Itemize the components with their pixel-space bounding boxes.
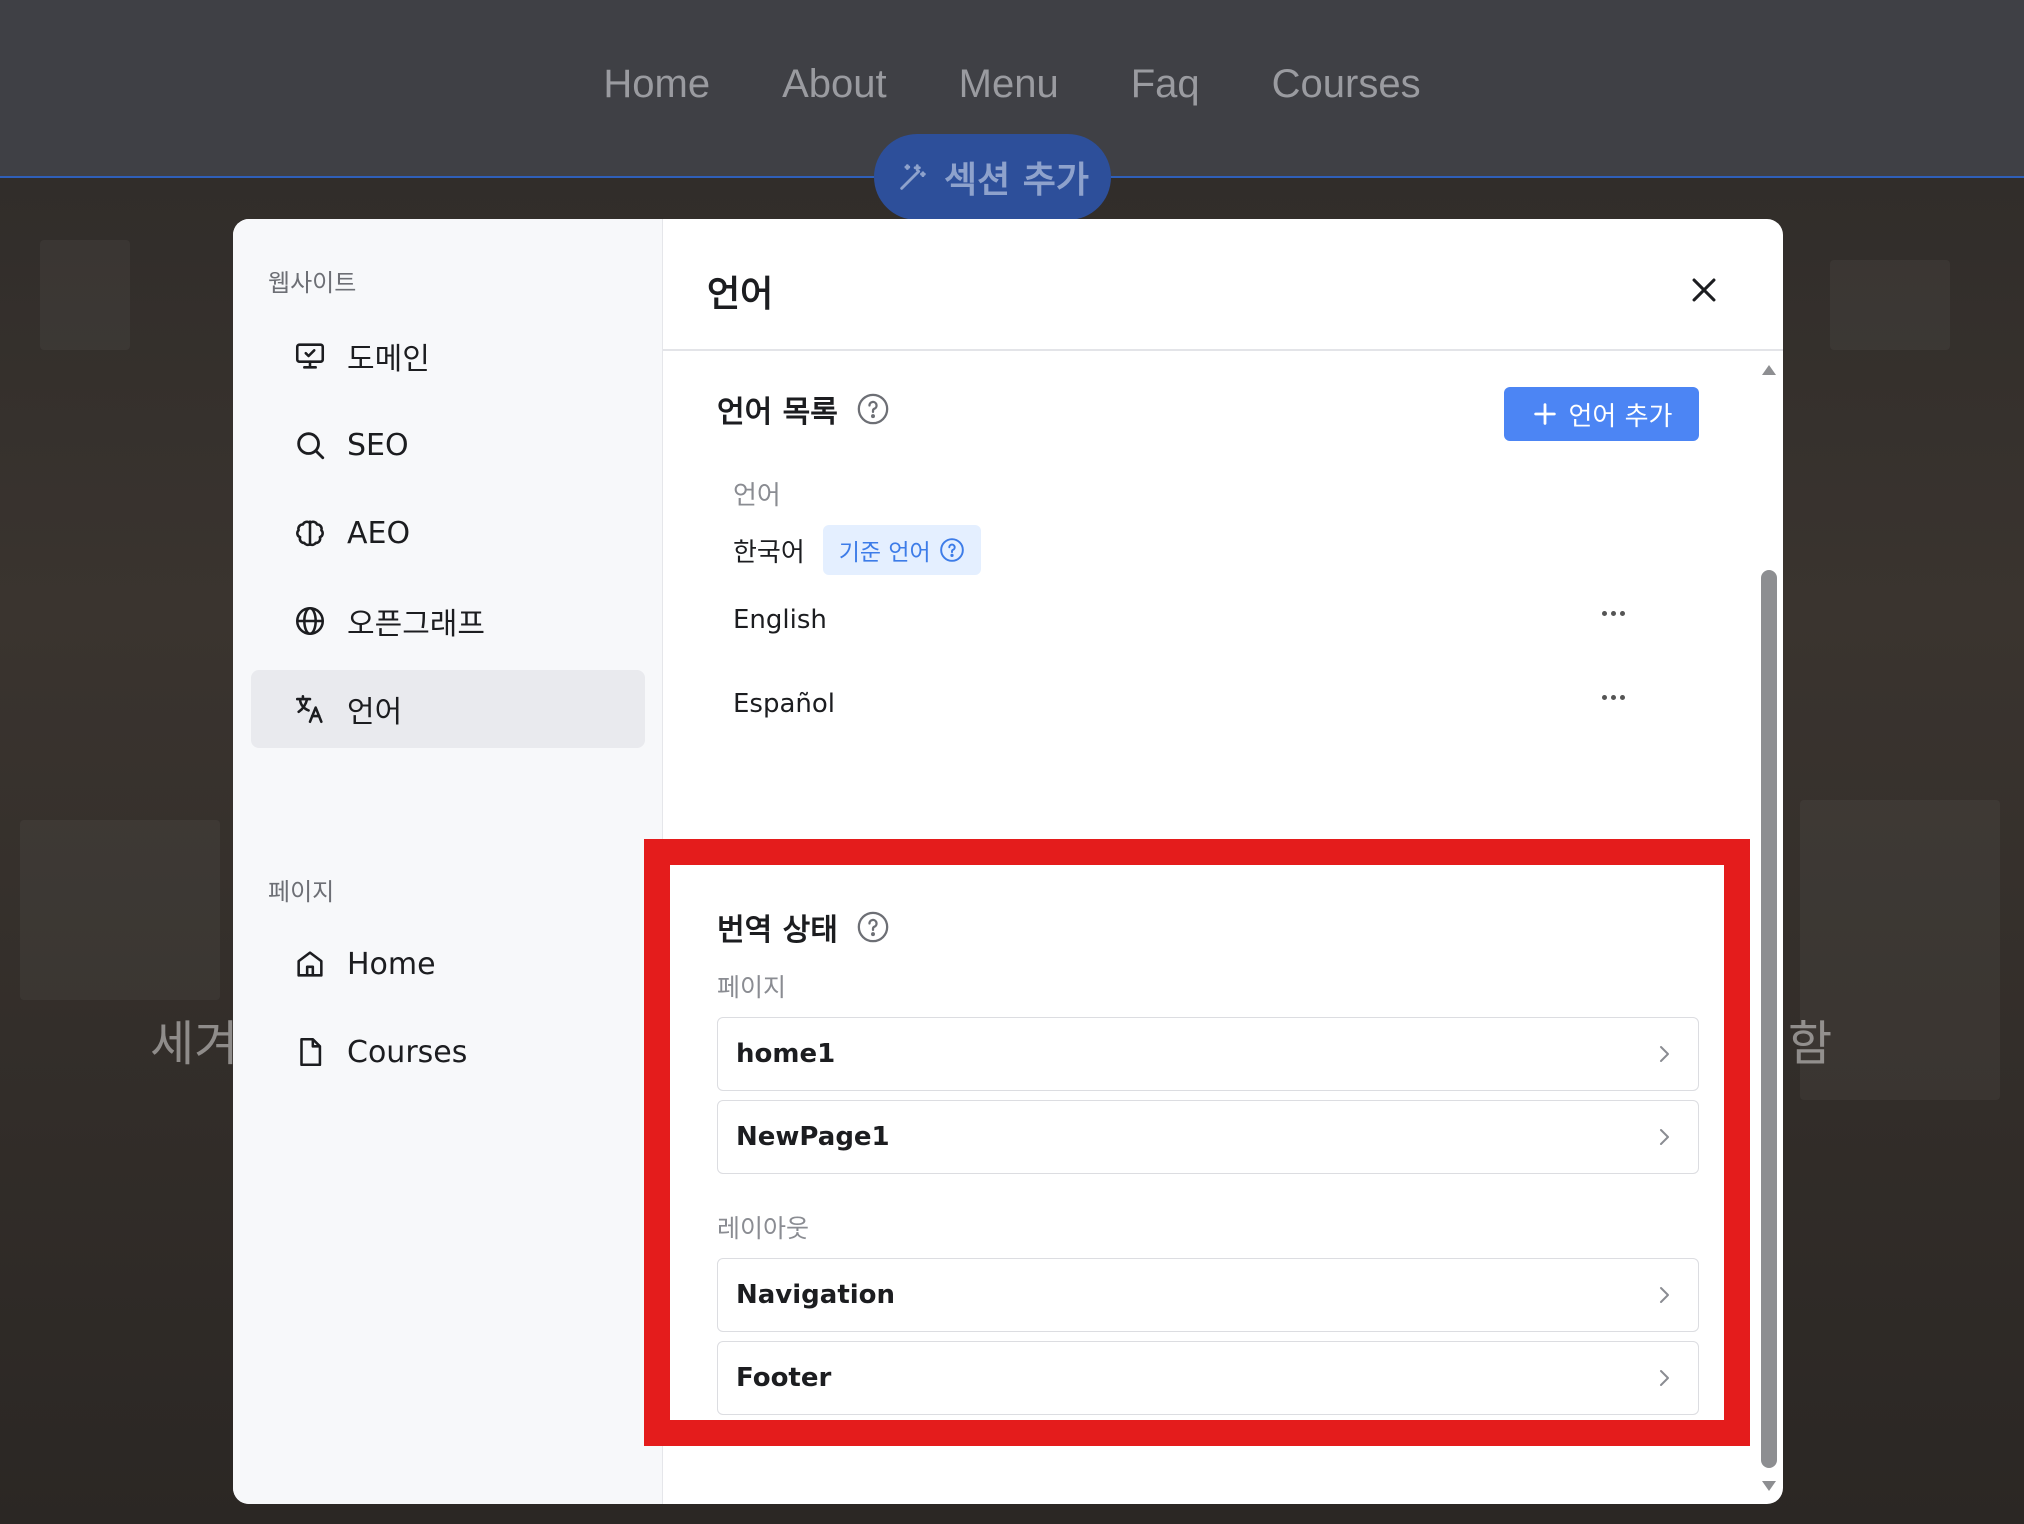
language-name: Español (733, 689, 836, 719)
sidebar-item-label: AEO (347, 515, 411, 551)
content-scroll-area[interactable]: 언어 목록 언어 추가 언어 한국어 기준 언어 English Español… (663, 353, 1783, 1504)
sidebar-item-seo[interactable]: SEO (251, 406, 645, 484)
close-icon[interactable] (1687, 273, 1721, 307)
base-language-badge: 기준 언어 (822, 525, 981, 575)
nav-link-about[interactable]: About (782, 62, 887, 107)
background-heading-right: 함 (1788, 1016, 1833, 1072)
sidebar-item-label: 도메인 (347, 342, 430, 377)
add-language-label: 언어 추가 (1568, 401, 1673, 432)
sidebar-item-language[interactable]: 언어 (251, 670, 645, 748)
language-name: English (733, 605, 827, 635)
brain-icon (293, 516, 327, 550)
translation-row-page[interactable]: NewPage1 (717, 1100, 1699, 1174)
translation-row-layout[interactable]: Footer (717, 1341, 1699, 1415)
help-icon[interactable] (939, 537, 965, 563)
translation-row-layout[interactable]: Navigation (717, 1258, 1699, 1332)
sidebar-item-label: 오픈그래프 (347, 607, 485, 642)
more-dot (1610, 694, 1616, 700)
search-icon (293, 428, 327, 462)
translate-icon (293, 692, 327, 726)
monitor-check-icon (293, 339, 327, 373)
language-list-section-title: 언어 목록 (717, 387, 890, 431)
sidebar-group-website: 웹사이트 (268, 269, 357, 297)
more-dot (1601, 694, 1607, 700)
more-options-button[interactable] (1593, 687, 1633, 707)
translation-item-name: home1 (736, 1039, 836, 1069)
chevron-right-icon (1660, 1370, 1669, 1386)
language-list-title: 언어 목록 (717, 395, 838, 430)
translation-row-page[interactable]: home1 (717, 1017, 1699, 1091)
background-heading-left: 세겨 (150, 1016, 239, 1072)
sidebar-item-label: Home (347, 946, 436, 982)
language-row-english: English (733, 605, 827, 635)
sidebar-item-opengraph[interactable]: 오픈그래프 (251, 582, 645, 660)
sidebar-item-label: 언어 (347, 695, 403, 730)
nav-link-menu[interactable]: Menu (959, 62, 1059, 107)
translation-item-name: Footer (736, 1363, 832, 1393)
layouts-label: 레이아웃 (717, 1214, 810, 1243)
pages-label: 페이지 (717, 973, 787, 1002)
sidebar-item-aeo[interactable]: AEO (251, 494, 645, 572)
nav-link-home[interactable]: Home (603, 62, 710, 107)
language-row-spanish: Español (733, 689, 835, 719)
sidebar-group-pages: 페이지 (268, 878, 335, 906)
sidebar-item-page-courses[interactable]: Courses (251, 1013, 645, 1091)
plus-icon (1533, 403, 1556, 425)
help-icon[interactable] (856, 392, 890, 426)
nav-link-faq[interactable]: Faq (1131, 62, 1200, 107)
scrollbar-thumb[interactable] (1761, 570, 1777, 1468)
add-language-button[interactable]: 언어 추가 (1504, 387, 1699, 441)
sidebar-item-label: SEO (347, 427, 409, 463)
translation-item-name: Navigation (736, 1280, 896, 1310)
file-icon (293, 1035, 327, 1069)
base-language-label: 기준 언어 (838, 540, 931, 566)
home-icon (293, 947, 327, 981)
scroll-down-arrow[interactable] (1762, 1481, 1776, 1491)
more-dot (1619, 694, 1625, 700)
background-decor (40, 240, 130, 350)
background-decor (20, 820, 220, 1000)
background-decor (1830, 260, 1950, 350)
settings-content: 언어 언어 목록 언어 추가 언어 한국어 기준 언어 English Espa… (663, 219, 1783, 1504)
nav-link-courses[interactable]: Courses (1272, 62, 1421, 107)
sidebar-item-label: Courses (347, 1034, 468, 1070)
chevron-right-icon (1660, 1129, 1669, 1145)
language-column-header: 언어 (733, 481, 781, 511)
help-icon[interactable] (856, 910, 890, 944)
more-dot (1610, 610, 1616, 616)
page-title: 언어 (707, 274, 774, 315)
language-name: 한국어 (733, 537, 805, 568)
more-dot (1601, 610, 1607, 616)
globe-icon (293, 604, 327, 638)
sidebar-item-page-home[interactable]: Home (251, 925, 645, 1003)
scroll-up-arrow[interactable] (1762, 365, 1776, 375)
magic-wand-icon (900, 164, 926, 190)
translation-status-title: 번역 상태 (717, 913, 838, 948)
chevron-right-icon (1660, 1046, 1669, 1062)
translation-status-section-title: 번역 상태 (717, 905, 890, 949)
add-section-button[interactable]: 섹션 추가 (874, 134, 1111, 220)
content-header: 언어 (663, 219, 1783, 351)
chevron-right-icon (1660, 1287, 1669, 1303)
sidebar-item-domain[interactable]: 도메인 (251, 317, 645, 395)
settings-sidebar: 웹사이트 도메인 SEO AEO 오픈그래프 언어 페이지 Home Cours… (233, 219, 663, 1504)
more-options-button[interactable] (1593, 603, 1633, 623)
add-section-label: 섹션 추가 (943, 160, 1089, 201)
translation-item-name: NewPage1 (736, 1122, 890, 1152)
language-row-korean: 한국어 기준 언어 (733, 525, 981, 575)
more-dot (1619, 610, 1625, 616)
settings-modal: 웹사이트 도메인 SEO AEO 오픈그래프 언어 페이지 Home Cours… (233, 219, 1783, 1504)
